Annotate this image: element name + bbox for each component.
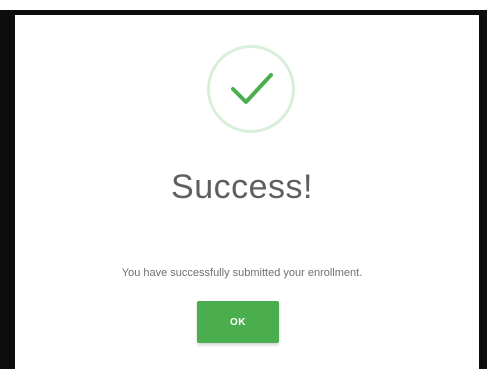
dialog-message: You have successfully submitted your enr… — [121, 267, 363, 279]
ok-button[interactable]: OK — [197, 301, 279, 343]
screen: Success! You have successfully submitted… — [0, 0, 487, 369]
checkmark-icon — [231, 73, 273, 104]
success-icon-circle — [207, 45, 295, 133]
dialog-title: Success! — [171, 168, 313, 206]
